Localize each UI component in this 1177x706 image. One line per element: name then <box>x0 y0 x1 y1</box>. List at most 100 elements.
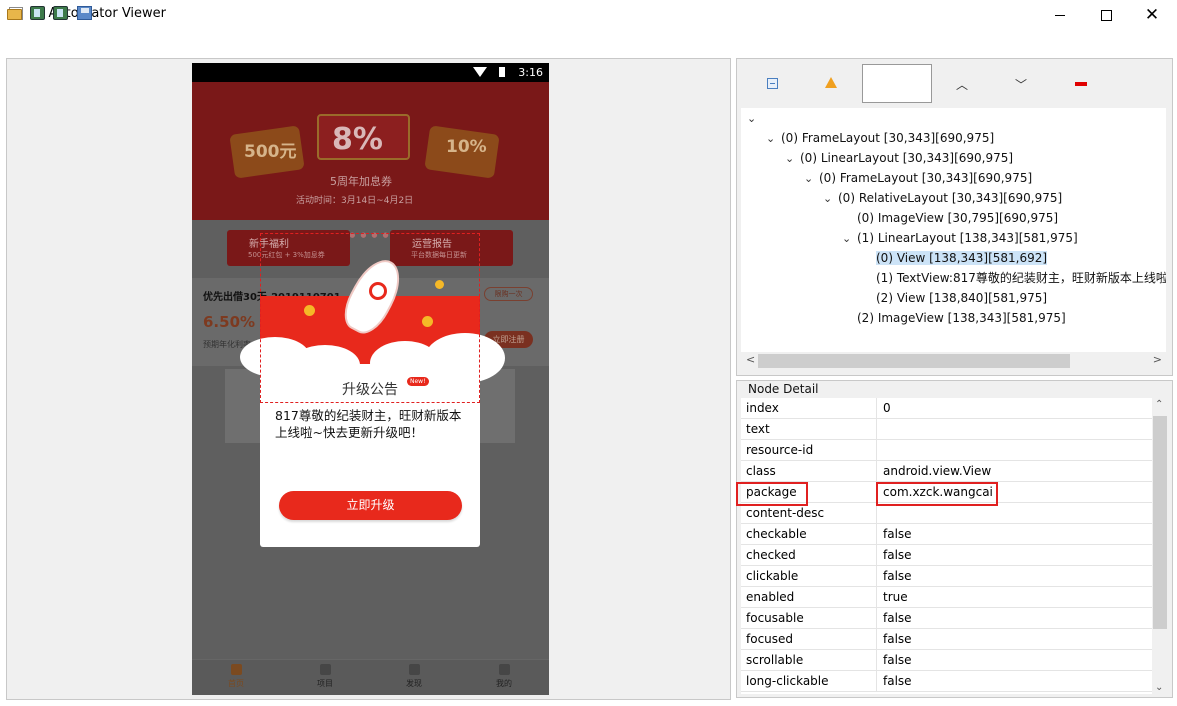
product-rate: 6.50% <box>203 313 256 331</box>
node-detail-title: Node Detail <box>746 382 821 396</box>
detail-row[interactable]: content-desc <box>741 503 1152 524</box>
chevron-down-icon[interactable]: ⌄ <box>804 170 819 188</box>
detail-key: long-clickable <box>746 674 829 688</box>
detail-key: class <box>746 464 776 478</box>
detail-value[interactable]: false <box>883 569 912 583</box>
banner-left-badge: 500元 <box>244 142 297 162</box>
tree-node-label: (1) TextView:817尊敬的纪装财主，旺财新版本上线啦 <box>876 271 1166 285</box>
scroll-up-icon[interactable]: ⌃ <box>1155 399 1163 410</box>
tree-node-label: (2) View [138,840][581,975] <box>876 291 1048 305</box>
detail-value[interactable]: true <box>883 590 908 604</box>
tree-node[interactable]: (1) TextView:817尊敬的纪装财主，旺财新版本上线啦 <box>861 269 1166 287</box>
maximize-button[interactable] <box>1083 0 1129 30</box>
detail-value[interactable]: 0 <box>883 401 891 415</box>
status-time: 3:16 <box>518 66 543 79</box>
detail-key: checked <box>746 548 796 562</box>
detail-row[interactable]: scrollable false <box>741 650 1152 671</box>
tree-node[interactable]: (2) ImageView [138,343][581,975] <box>842 309 1066 327</box>
bottom-nav: 首页 项目 发现 我的 <box>192 659 549 695</box>
profile-icon <box>498 664 510 675</box>
device-screenshot-icon[interactable] <box>30 6 45 20</box>
detail-row[interactable]: clickable false <box>741 566 1152 587</box>
filter-input[interactable] <box>862 64 932 103</box>
save-icon[interactable] <box>77 6 92 20</box>
chevron-down-icon[interactable]: ⌄ <box>747 110 762 128</box>
detail-row[interactable]: enabled true <box>741 587 1152 608</box>
detail-row[interactable]: resource-id <box>741 440 1152 461</box>
tree-node[interactable]: ⌄ (0) RelativeLayout [30,343][690,975] <box>823 189 1062 208</box>
chevron-down-icon[interactable]: ⌄ <box>842 230 857 248</box>
tree-node[interactable]: (2) View [138,840][581,975] <box>861 289 1047 307</box>
detail-row[interactable]: focusable false <box>741 608 1152 629</box>
detail-value[interactable]: false <box>883 653 912 667</box>
discover-icon <box>408 664 420 675</box>
down-icon[interactable]: ﹀ <box>1015 76 1027 93</box>
detail-value[interactable]: false <box>883 674 912 688</box>
title-bar: UI Automator Viewer ✕ <box>0 0 1177 30</box>
detail-row[interactable]: checkable false <box>741 524 1152 545</box>
highlight-package-value <box>876 482 998 506</box>
tree-node-label: (0) RelativeLayout [30,343][690,975] <box>838 191 1063 205</box>
banner-subtitle: 5周年加息券 <box>330 175 392 188</box>
detail-row[interactable]: focused false <box>741 629 1152 650</box>
detail-row[interactable]: index 0 <box>741 398 1152 419</box>
status-bar: 3:16 <box>192 63 549 82</box>
open-folder-icon[interactable] <box>7 9 22 20</box>
detail-row[interactable]: checked false <box>741 545 1152 566</box>
tree-node[interactable]: (0) ImageView [30,795][690,975] <box>842 209 1058 227</box>
up-icon[interactable]: ︿ <box>956 76 968 93</box>
detail-key: enabled <box>746 590 795 604</box>
product-tag: 限购一次 <box>484 287 533 301</box>
detail-key: focusable <box>746 611 804 625</box>
tree-node[interactable]: (0) View [138,343][581,692] <box>861 249 1048 267</box>
detail-key: resource-id <box>746 443 814 457</box>
tree-node[interactable]: ⌄ (0) FrameLayout [30,343][690,975] <box>804 169 1032 188</box>
tree-node-label: (0) View [138,343][581,692] <box>876 251 1048 265</box>
scroll-down-icon[interactable]: ⌄ <box>1155 682 1163 693</box>
tree-node-label: (2) ImageView [138,343][581,975] <box>857 311 1066 325</box>
close-button[interactable]: ✕ <box>1129 0 1175 30</box>
tree-node[interactable]: ⌄ (1) LinearLayout [138,343][581,975] <box>842 229 1078 248</box>
detail-row[interactable]: text <box>741 419 1152 440</box>
tree-node-label: (0) ImageView [30,795][690,975] <box>857 211 1059 225</box>
detail-value[interactable]: false <box>883 632 912 646</box>
chevron-down-icon[interactable]: ⌄ <box>766 130 781 148</box>
chevron-down-icon[interactable]: ⌄ <box>823 190 838 208</box>
minimize-button[interactable] <box>1037 0 1083 30</box>
detail-key: content-desc <box>746 506 825 520</box>
tree-node-label: (0) LinearLayout [30,343][690,975] <box>800 151 1014 165</box>
projects-icon <box>319 664 331 675</box>
scroll-right-icon[interactable]: > <box>1153 353 1162 366</box>
tree-node-label: (0) FrameLayout [30,343][690,975] <box>819 171 1033 185</box>
detail-value[interactable]: false <box>883 611 912 625</box>
detail-value[interactable]: false <box>883 527 912 541</box>
expand-all-icon[interactable] <box>767 78 778 89</box>
nav-mine: 我的 <box>484 664 524 689</box>
chevron-down-icon[interactable]: ⌄ <box>785 150 800 168</box>
highlight-package-key <box>736 482 808 506</box>
node-detail-table: index 0 text resource-id class android.view.V… <box>741 398 1152 694</box>
clear-icon[interactable] <box>1075 82 1087 86</box>
tree-node-label: (1) LinearLayout [138,343][581,975] <box>857 231 1078 245</box>
tree-horizontal-scrollbar[interactable]: < > <box>741 352 1166 370</box>
banner-rate: 8% <box>332 122 383 157</box>
scroll-left-icon[interactable]: < <box>746 353 755 366</box>
detail-vertical-scrollbar[interactable]: ⌃ ⌄ <box>1152 398 1168 694</box>
banner: 500元 10% 8% 5周年加息券 活动时间：3月14日~4月2日 ●●●●●… <box>192 82 549 239</box>
detail-value[interactable]: false <box>883 548 912 562</box>
device-screenshot-compressed-icon[interactable] <box>53 6 68 20</box>
dialog-message: 817尊敬的纪装财主，旺财新版本上线啦~快去更新升级吧！ <box>275 408 462 440</box>
tree-node[interactable]: ⌄ (0) FrameLayout [30,343][690,975] <box>766 129 994 148</box>
tree-node[interactable]: ⌄ (0) LinearLayout [30,343][690,975] <box>785 149 1013 168</box>
detail-key: scrollable <box>746 653 804 667</box>
detail-row[interactable]: long-clickable false <box>741 671 1152 692</box>
tree-root[interactable]: ⌄ <box>747 109 762 128</box>
detail-key: text <box>746 422 770 436</box>
warning-icon[interactable] <box>825 77 837 88</box>
toolbar <box>0 32 1177 56</box>
detail-value[interactable]: android.view.View <box>883 464 991 478</box>
nav-projects: 项目 <box>305 664 345 689</box>
detail-row[interactable]: class android.view.View <box>741 461 1152 482</box>
detail-key: checkable <box>746 527 807 541</box>
home-icon <box>230 664 242 675</box>
